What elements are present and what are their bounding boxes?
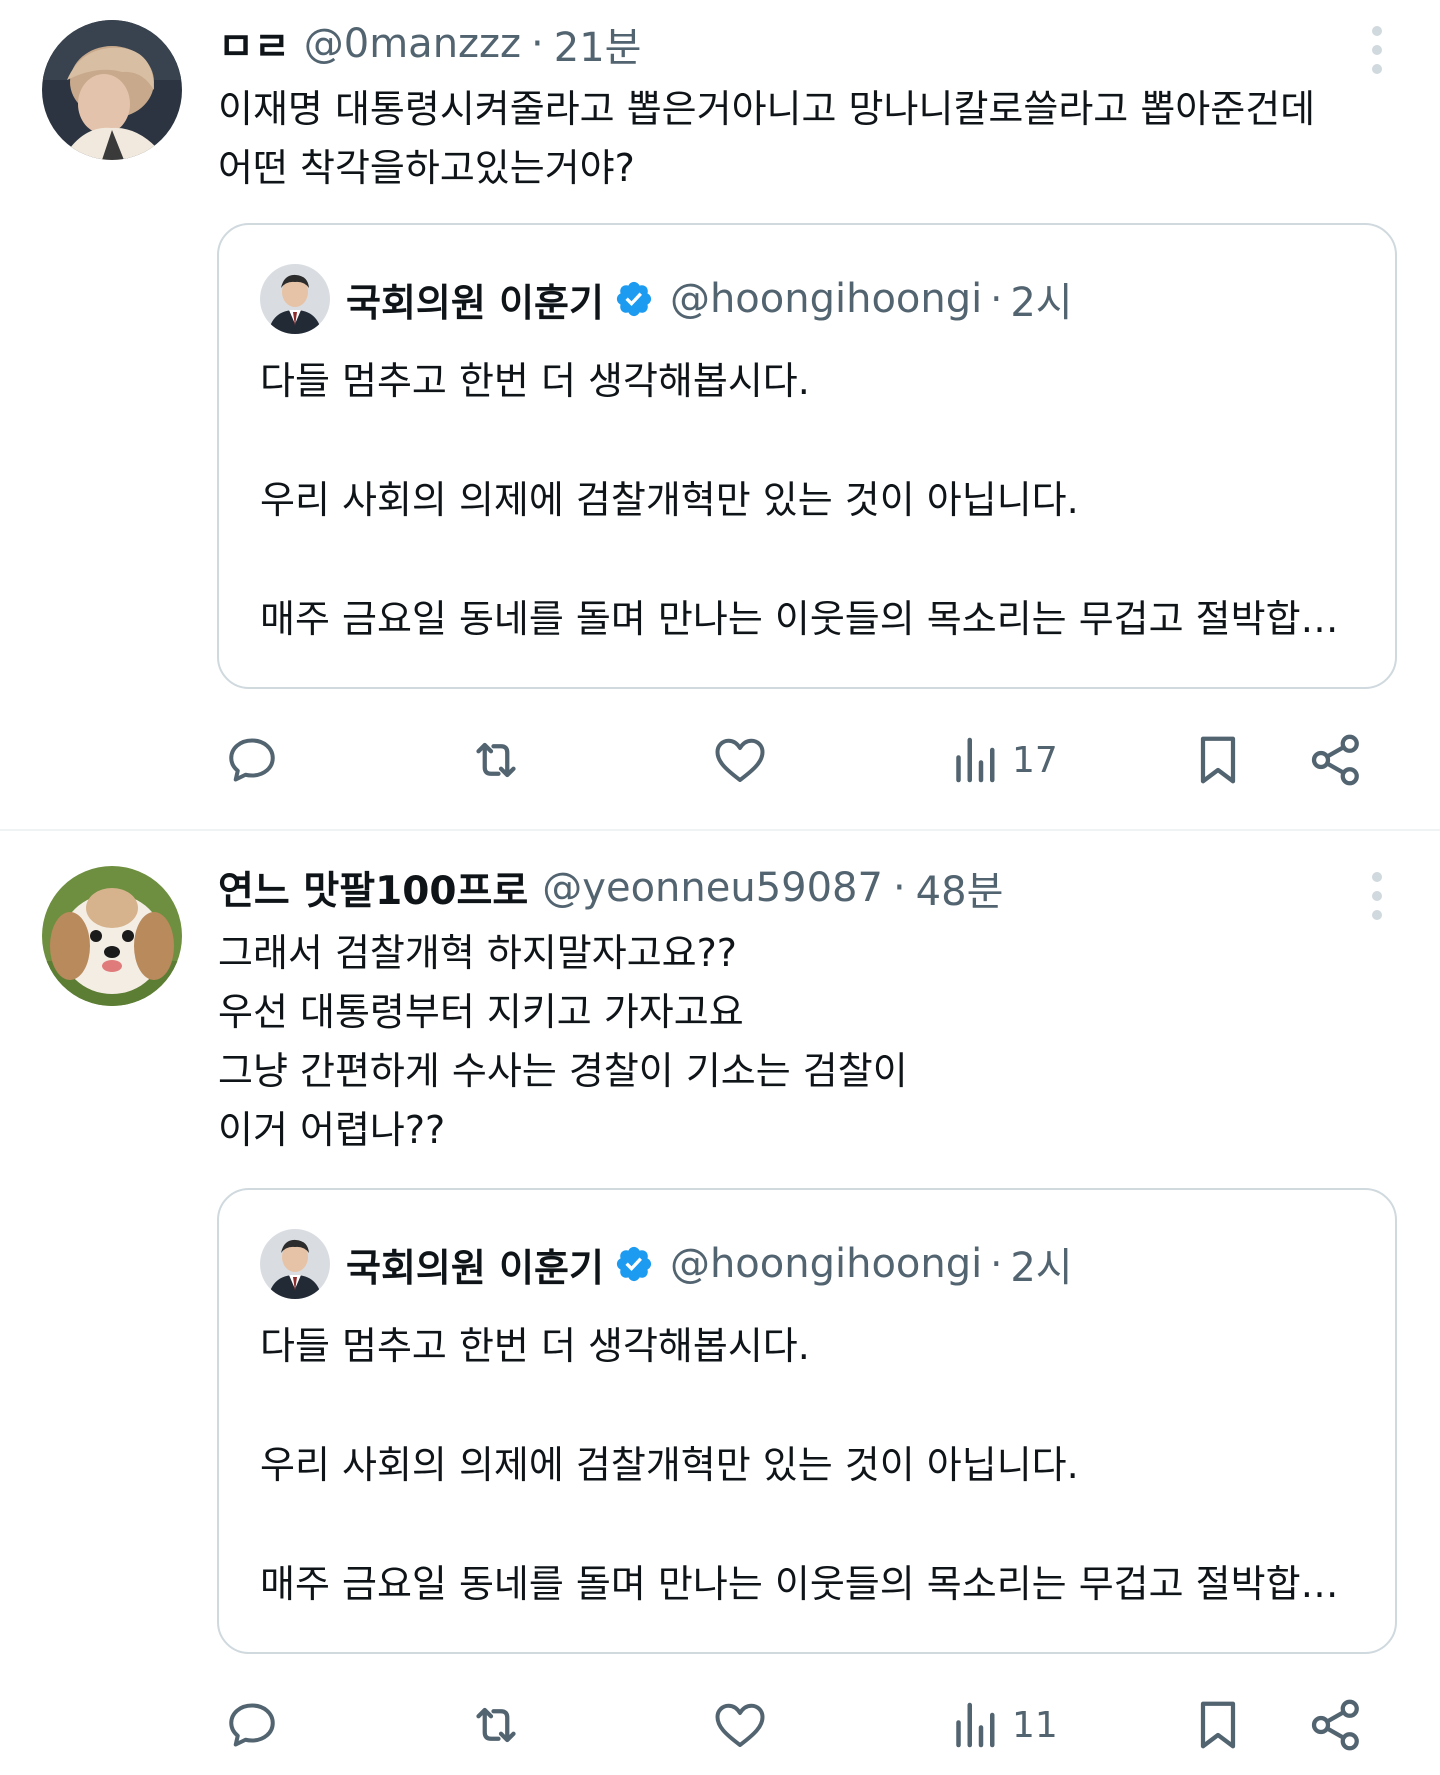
quoted-avatar-photo [260,1229,330,1299]
quoted-text-line: 매주 금요일 동네를 돌며 만나는 이웃들의 목소리는 무겁고 절박합… [260,597,1339,641]
like-button[interactable] [710,725,770,795]
quoted-tweet[interactable]: 국회의원 이훈기 @hoongihoongi · 2시 다들 멈추고 한번 더 … [217,223,1397,689]
quoted-header: 국회의원 이훈기 @hoongihoongi · 2시 [346,1236,1073,1292]
heart-icon [715,1703,765,1747]
views-button[interactable]: 17 [946,725,1058,795]
bar-chart-icon [956,1702,995,1748]
views-count: 11 [1012,1704,1058,1746]
quoted-text-line: 매주 금요일 동네를 돌며 만나는 이웃들의 목소리는 무겁고 절박합… [260,1562,1339,1606]
views-count: 17 [1012,739,1058,781]
share-icon [1311,1699,1359,1751]
quoted-avatar-photo [260,264,330,334]
quoted-text-line: 우리 사회의 의제에 검찰개혁만 있는 것이 아닙니다. [260,1443,1079,1487]
timestamp[interactable]: 48분 [916,859,1004,917]
retweet-button[interactable] [466,1690,526,1760]
quoted-avatar[interactable] [260,1229,330,1299]
quoted-timestamp[interactable]: 2시 [1010,1235,1072,1293]
like-button[interactable] [710,1690,770,1760]
views-button[interactable]: 11 [946,1690,1058,1760]
timestamp[interactable]: 21분 [554,15,642,73]
avatar-photo [42,866,182,1006]
more-vertical-icon[interactable] [1370,872,1384,920]
display-name[interactable]: ㅁㄹ [218,16,290,72]
speech-bubble-icon [229,738,275,782]
user-handle[interactable]: @yeonneu59087 [542,865,883,911]
quoted-header: 국회의원 이훈기 @hoongihoongi · 2시 [346,271,1073,327]
quoted-display-name[interactable]: 국회의원 이훈기 [346,1237,604,1292]
tweet-text-line: 이거 어렵나?? [218,1108,446,1152]
quoted-user-handle[interactable]: @hoongihoongi [670,1241,982,1287]
heart-icon [715,738,765,782]
tweet-divider [0,829,1440,831]
quoted-display-name[interactable]: 국회의원 이훈기 [346,272,604,327]
speech-bubble-icon [229,1703,275,1747]
quoted-user-handle[interactable]: @hoongihoongi [670,276,982,322]
bookmark-button[interactable] [1188,1690,1248,1760]
quoted-text: 다들 멈추고 한번 더 생각해봅시다. 우리 사회의 의제에 검찰개혁만 있는 … [260,1317,1339,1614]
tweet-header: ㅁㄹ @0manzzz · 21분 [218,15,642,73]
action-bar: 17 [0,725,1440,795]
share-button[interactable] [1306,1690,1366,1760]
user-handle[interactable]: @0manzzz [304,21,521,67]
bookmark-button[interactable] [1188,725,1248,795]
more-vertical-icon[interactable] [1370,26,1384,74]
avatar[interactable] [42,20,182,160]
share-icon [1311,734,1359,786]
retweet-icon [476,1707,516,1743]
action-bar: 11 [0,1690,1440,1760]
retweet-button[interactable] [466,725,526,795]
tweet-text-line: 이재명 대통령시켜줄라고 뽑은거아니고 망나니칼로쓸라고 뽑아준건데 [218,87,1316,131]
bar-chart-icon [956,737,995,783]
separator-dot: · [990,277,1003,321]
share-button[interactable] [1306,725,1366,795]
quoted-text-line: 우리 사회의 의제에 검찰개혁만 있는 것이 아닙니다. [260,478,1079,522]
separator-dot: · [892,865,906,911]
quoted-avatar[interactable] [260,264,330,334]
verified-badge-icon [616,1246,652,1282]
quoted-text: 다들 멈추고 한번 더 생각해봅시다. 우리 사회의 의제에 검찰개혁만 있는 … [260,352,1339,649]
retweet-icon [476,742,516,778]
quoted-text-line: 다들 멈추고 한번 더 생각해봅시다. [260,359,810,403]
reply-button[interactable] [222,725,282,795]
quoted-timestamp[interactable]: 2시 [1010,270,1072,328]
quoted-text-line: 다들 멈추고 한번 더 생각해봅시다. [260,1324,810,1368]
tweet-text-line: 어떤 착각을하고있는거야? [218,146,635,190]
avatar-photo [42,20,182,160]
tweet[interactable]: 연느 맛팔100프로 @yeonneu59087 · 48분 그래서 검찰개혁 … [0,832,1440,1775]
separator-dot: · [990,1242,1003,1286]
tweet-text: 이재명 대통령시켜줄라고 뽑은거아니고 망나니칼로쓸라고 뽑아준건데 어떤 착각… [218,80,1315,198]
display-name[interactable]: 연느 맛팔100프로 [218,860,528,916]
tweet-text-line: 우선 대통령부터 지키고 가자고요 [218,990,744,1034]
reply-button[interactable] [222,1690,282,1760]
tweet-header: 연느 맛팔100프로 @yeonneu59087 · 48분 [218,859,1004,917]
verified-badge-icon [616,281,652,317]
tweet-text: 그래서 검찰개혁 하지말자고요?? 우선 대통령부터 지키고 가자고요 그냥 간… [218,924,908,1160]
tweet-text-line: 그래서 검찰개혁 하지말자고요?? [218,931,737,975]
avatar[interactable] [42,866,182,1006]
quoted-tweet[interactable]: 국회의원 이훈기 @hoongihoongi · 2시 다들 멈추고 한번 더 … [217,1188,1397,1654]
tweet-text-line: 그냥 간편하게 수사는 경찰이 기소는 검찰이 [218,1049,908,1093]
tweet[interactable]: ㅁㄹ @0manzzz · 21분 이재명 대통령시켜줄라고 뽑은거아니고 망나… [0,0,1440,830]
bookmark-icon [1200,1701,1236,1749]
bookmark-icon [1200,736,1236,784]
separator-dot: · [531,21,544,67]
